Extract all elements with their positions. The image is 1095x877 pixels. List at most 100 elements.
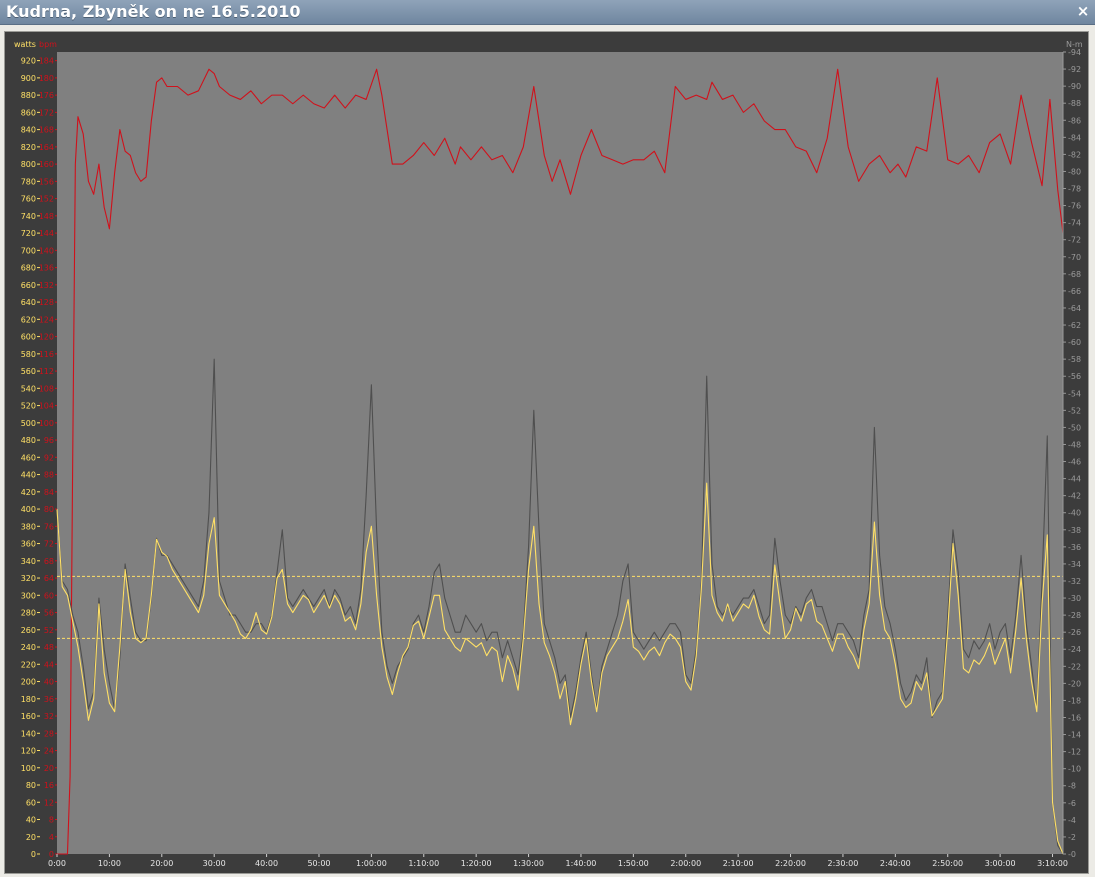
- bpm-tick-label: 160: [39, 160, 54, 169]
- torque-tick-label: -38: [1068, 526, 1081, 535]
- watts-tick-label: 840: [21, 126, 36, 135]
- x-tick-label: 10:00: [98, 859, 121, 868]
- x-tick-label: 3:10:00: [1037, 859, 1068, 868]
- torque-tick-label: -48: [1068, 440, 1081, 449]
- watts-tick-label: 560: [21, 367, 36, 376]
- watts-tick-label: 680: [21, 264, 36, 273]
- torque-tick-label: -78: [1068, 185, 1081, 194]
- app-window: Kudrna, Zbyněk on ne 16.5.2010 × 0 20 40 60…: [0, 0, 1095, 877]
- x-tick-label: 1:40:00: [566, 859, 597, 868]
- bpm-tick-label: 84: [44, 488, 54, 497]
- bpm-tick-label: 88: [44, 471, 54, 480]
- title-bar[interactable]: Kudrna, Zbyněk on ne 16.5.2010 ×: [0, 0, 1095, 25]
- torque-tick-label: -90: [1068, 82, 1081, 91]
- torque-tick-label: -46: [1068, 458, 1081, 467]
- watts-tick-label: 620: [21, 315, 36, 324]
- x-tick-label: 0:00: [48, 859, 66, 868]
- torque-tick-label: -8: [1068, 782, 1076, 791]
- bpm-tick-label: 184: [39, 57, 54, 66]
- bpm-tick-label: 28: [44, 729, 54, 738]
- torque-tick-label: -16: [1068, 713, 1081, 722]
- bpm-tick-label: 164: [39, 143, 54, 152]
- watts-tick-label: 200: [21, 678, 36, 687]
- bpm-tick-label: 20: [44, 764, 54, 773]
- watts-tick-label: 0: [31, 850, 36, 859]
- x-tick-label: 1:00:00: [356, 859, 387, 868]
- bpm-tick-label: 148: [39, 212, 54, 221]
- watts-tick-label: 500: [21, 419, 36, 428]
- torque-tick-label: -76: [1068, 202, 1081, 211]
- watts-tick-label: 340: [21, 557, 36, 566]
- bpm-tick-label: 108: [39, 384, 54, 393]
- watts-tick-label: 900: [21, 74, 36, 83]
- bpm-tick-label: 156: [39, 177, 54, 186]
- x-tick-label: 2:00:00: [670, 859, 701, 868]
- bpm-tick-label: 100: [39, 419, 54, 428]
- bpm-tick-label: 16: [44, 781, 54, 790]
- watts-tick-label: 860: [21, 108, 36, 117]
- torque-tick-label: -34: [1068, 560, 1081, 569]
- bpm-tick-label: 52: [44, 626, 54, 635]
- bpm-tick-label: 144: [39, 229, 54, 238]
- bpm-tick-label: 124: [39, 315, 54, 324]
- bpm-tick-label: 112: [39, 367, 54, 376]
- bpm-tick-label: 80: [44, 505, 54, 514]
- torque-tick-label: -4: [1068, 816, 1076, 825]
- torque-tick-label: -70: [1068, 253, 1081, 262]
- torque-tick-label: -30: [1068, 594, 1081, 603]
- watts-tick-label: 480: [21, 436, 36, 445]
- torque-tick-label: -6: [1068, 799, 1076, 808]
- torque-tick-label: -12: [1068, 748, 1081, 757]
- bpm-tick-label: 128: [39, 298, 54, 307]
- torque-tick-label: -18: [1068, 696, 1081, 705]
- watts-tick-label: 440: [21, 471, 36, 480]
- torque-tick-label: -36: [1068, 543, 1081, 552]
- torque-tick-label: -68: [1068, 270, 1081, 279]
- torque-tick-label: -24: [1068, 645, 1081, 654]
- watts-tick-label: 720: [21, 229, 36, 238]
- watts-tick-label: 760: [21, 195, 36, 204]
- bpm-tick-label: 116: [39, 350, 54, 359]
- x-tick-label: 50:00: [307, 859, 330, 868]
- watts-tick-label: 800: [21, 160, 36, 169]
- chart-frame: 0 20 40 60 80 100 120 140 160 180 200 220 240 260 280 3…: [4, 31, 1089, 874]
- bpm-tick-label: 36: [44, 695, 54, 704]
- watts-tick-label: 140: [21, 729, 36, 738]
- close-icon[interactable]: ×: [1075, 2, 1091, 20]
- bpm-tick-label: 0: [49, 850, 54, 859]
- bpm-tick-label: 24: [44, 747, 54, 756]
- torque-tick-label: -74: [1068, 219, 1081, 228]
- torque-tick-label: -60: [1068, 338, 1081, 347]
- bpm-tick-label: 172: [39, 108, 54, 117]
- watts-tick-label: 160: [21, 712, 36, 721]
- watts-tick-label: 300: [21, 591, 36, 600]
- torque-tick-label: -62: [1068, 321, 1081, 330]
- torque-tick-label: -64: [1068, 304, 1081, 313]
- bpm-tick-label: 96: [44, 436, 54, 445]
- bpm-tick-label: 120: [39, 333, 54, 342]
- x-tick-label: 1:10:00: [408, 859, 439, 868]
- bpm-tick-label: 32: [44, 712, 54, 721]
- torque-tick-label: -82: [1068, 150, 1081, 159]
- x-tick-label: 2:50:00: [932, 859, 963, 868]
- torque-tick-label: -58: [1068, 355, 1081, 364]
- torque-tick-label: -72: [1068, 236, 1081, 245]
- torque-tick-label: -84: [1068, 133, 1081, 142]
- torque-tick-label: -56: [1068, 372, 1081, 381]
- x-tick-label: 1:50:00: [618, 859, 649, 868]
- workout-chart: 0204060801001201401601802002202402602803…: [5, 32, 1088, 873]
- x-tick-label: 2:30:00: [828, 859, 859, 868]
- watts-tick-label: 520: [21, 402, 36, 411]
- torque-tick-label: -10: [1068, 765, 1081, 774]
- bpm-tick-label: 64: [44, 574, 54, 583]
- watts-tick-label: 280: [21, 609, 36, 618]
- torque-tick-label: -2: [1068, 833, 1076, 842]
- watts-tick-label: 460: [21, 453, 36, 462]
- bpm-tick-label: 56: [44, 609, 54, 618]
- watts-tick-label: 700: [21, 246, 36, 255]
- bpm-axis-label: bpm: [39, 40, 57, 49]
- torque-tick-label: -40: [1068, 509, 1081, 518]
- torque-tick-label: -14: [1068, 731, 1081, 740]
- bpm-tick-label: 60: [44, 591, 54, 600]
- watts-tick-label: 360: [21, 540, 36, 549]
